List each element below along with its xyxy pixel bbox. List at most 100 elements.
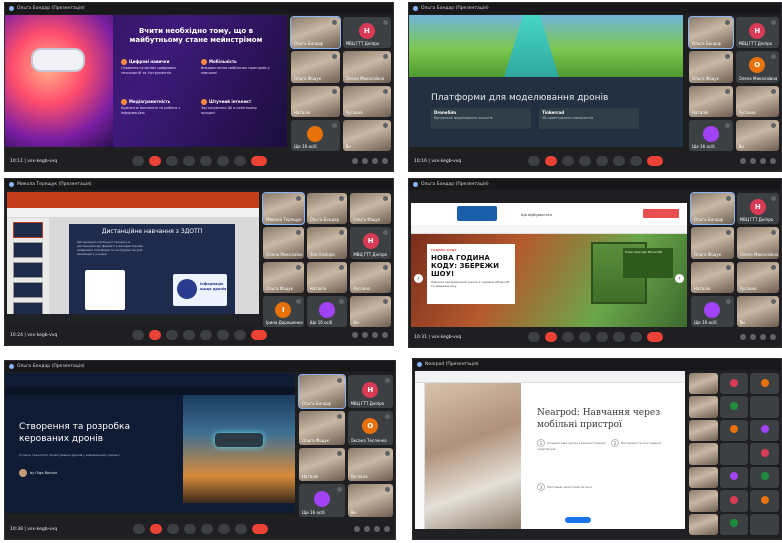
ppt-toolbar[interactable] — [7, 208, 259, 218]
participant-tile[interactable] — [719, 443, 749, 465]
slide-thumbnail[interactable] — [13, 242, 43, 258]
participant-tile[interactable] — [689, 419, 718, 442]
site-logo[interactable] — [457, 206, 497, 221]
info-icon[interactable] — [352, 158, 358, 164]
carousel-prev-icon[interactable]: ‹ — [414, 274, 423, 283]
camera-off-button[interactable] — [149, 524, 162, 534]
people-icon[interactable] — [364, 526, 370, 532]
participant-tile[interactable]: Ольга Бондар — [690, 191, 735, 226]
reaction-button[interactable] — [183, 524, 196, 534]
participant-tile[interactable] — [689, 466, 718, 489]
camera-off-button[interactable] — [148, 330, 161, 340]
more-options-button[interactable] — [233, 156, 246, 166]
participant-tile[interactable] — [689, 396, 718, 418]
people-icon[interactable] — [750, 158, 756, 164]
participant-tile[interactable]: Н МВЦ ГТТ Дніпро — [347, 375, 393, 409]
more-options-button[interactable] — [233, 330, 246, 340]
participant-tile[interactable] — [719, 396, 749, 418]
captions-button[interactable] — [165, 330, 178, 340]
participant-tile[interactable]: О Оксана Тесленко — [347, 411, 393, 445]
participant-tile[interactable]: Руслана — [350, 261, 391, 293]
participant-tile[interactable] — [750, 373, 779, 395]
participant-tile[interactable]: Руслана — [735, 85, 779, 117]
participant-tile[interactable]: Ольга Бондар — [298, 373, 346, 410]
participant-tile[interactable] — [750, 396, 779, 418]
participant-tile[interactable] — [719, 419, 749, 442]
leave-call-button[interactable] — [646, 332, 663, 342]
chat-icon[interactable] — [760, 334, 766, 340]
nearpod-tools[interactable] — [415, 383, 425, 529]
participant-tile[interactable]: Наталія — [689, 85, 733, 117]
chat-icon[interactable] — [372, 332, 378, 338]
slide-thumbnail[interactable] — [13, 262, 43, 278]
mic-button[interactable] — [131, 156, 144, 166]
participant-tile[interactable]: Ще 16 осіб — [689, 119, 733, 151]
participant-tile[interactable]: Ольга Фіщук — [689, 51, 733, 83]
camera-off-button[interactable] — [148, 156, 161, 166]
participant-tile[interactable]: Ольга Фіщук — [291, 51, 340, 83]
slide-thumbnail[interactable] — [13, 222, 43, 238]
chat-icon[interactable] — [374, 526, 380, 532]
participant-tile[interactable]: Н МВЦ ГТТ Дніпро — [350, 227, 391, 259]
participant-tile[interactable]: Микола Терещук — [262, 191, 305, 226]
activities-icon[interactable] — [384, 526, 390, 532]
participant-tile[interactable]: Олена Миколаївна — [263, 227, 304, 259]
info-icon[interactable] — [740, 158, 746, 164]
present-button[interactable] — [199, 156, 212, 166]
more-options-button[interactable] — [234, 524, 247, 534]
info-icon[interactable] — [354, 526, 360, 532]
raise-hand-button[interactable] — [216, 330, 229, 340]
people-icon[interactable] — [362, 332, 368, 338]
participant-tile[interactable]: Ольга Фіщук — [263, 261, 304, 293]
participant-tile[interactable]: Наталія — [306, 261, 348, 293]
chat-icon[interactable] — [760, 158, 766, 164]
participant-tile[interactable]: Ви — [350, 295, 391, 327]
raise-hand-button[interactable] — [217, 524, 230, 534]
present-button[interactable] — [199, 330, 212, 340]
raise-hand-button[interactable] — [612, 156, 625, 166]
info-icon[interactable] — [352, 332, 358, 338]
captions-button[interactable] — [561, 332, 574, 342]
info-icon[interactable] — [740, 334, 746, 340]
leave-call-button[interactable] — [251, 524, 268, 534]
participant-tile[interactable]: Ольга Фіщук — [299, 411, 345, 445]
mic-button[interactable] — [132, 524, 145, 534]
participant-tile[interactable] — [750, 513, 779, 535]
leave-call-button[interactable] — [250, 330, 267, 340]
participant-tile[interactable] — [719, 373, 749, 395]
reaction-button[interactable] — [578, 332, 591, 342]
leave-call-button[interactable] — [250, 156, 267, 166]
raise-hand-button[interactable] — [612, 332, 625, 342]
participant-tile[interactable]: Ольга Бондар — [688, 15, 734, 50]
participant-tile[interactable] — [689, 373, 718, 395]
people-icon[interactable] — [750, 334, 756, 340]
participant-tile[interactable] — [719, 490, 749, 512]
participant-tile[interactable]: І Ірина Дорошенко — [263, 295, 304, 327]
participant-tile[interactable] — [689, 490, 718, 512]
participant-tile[interactable]: Ви — [342, 119, 391, 151]
participant-tile[interactable] — [719, 513, 749, 535]
raise-hand-button[interactable] — [216, 156, 229, 166]
participant-tile[interactable]: Ще 16 осіб — [691, 295, 734, 327]
activities-icon[interactable] — [770, 334, 776, 340]
participant-tile[interactable]: Ви — [736, 295, 779, 327]
participant-tile[interactable]: Наталія — [291, 85, 340, 117]
participant-tile[interactable]: О Олена Миколаївна — [735, 51, 779, 83]
participant-tile[interactable] — [750, 419, 779, 442]
continue-button[interactable] — [565, 517, 591, 523]
participant-tile[interactable]: Н МВЦ ГТТ Дніпро — [736, 193, 779, 225]
captions-button[interactable] — [561, 156, 574, 166]
leave-call-button[interactable] — [646, 156, 663, 166]
camera-off-button[interactable] — [544, 156, 557, 166]
participant-tile[interactable] — [750, 443, 779, 465]
participant-tile[interactable]: Наталія — [299, 447, 345, 481]
people-icon[interactable] — [362, 158, 368, 164]
mic-button[interactable] — [527, 332, 540, 342]
participant-tile[interactable] — [750, 466, 779, 489]
slide-thumbnail[interactable] — [13, 282, 43, 298]
participant-tile[interactable]: Н МВЦ ГТТ Дніпро — [735, 17, 779, 49]
carousel-next-icon[interactable]: › — [675, 274, 684, 283]
participant-tile[interactable]: Н МВЦ ГТТ Дніпро — [342, 17, 391, 49]
participant-tile[interactable]: Ще 16 осіб — [291, 119, 340, 151]
participant-tile[interactable]: Олена Миколаївна — [342, 51, 391, 83]
